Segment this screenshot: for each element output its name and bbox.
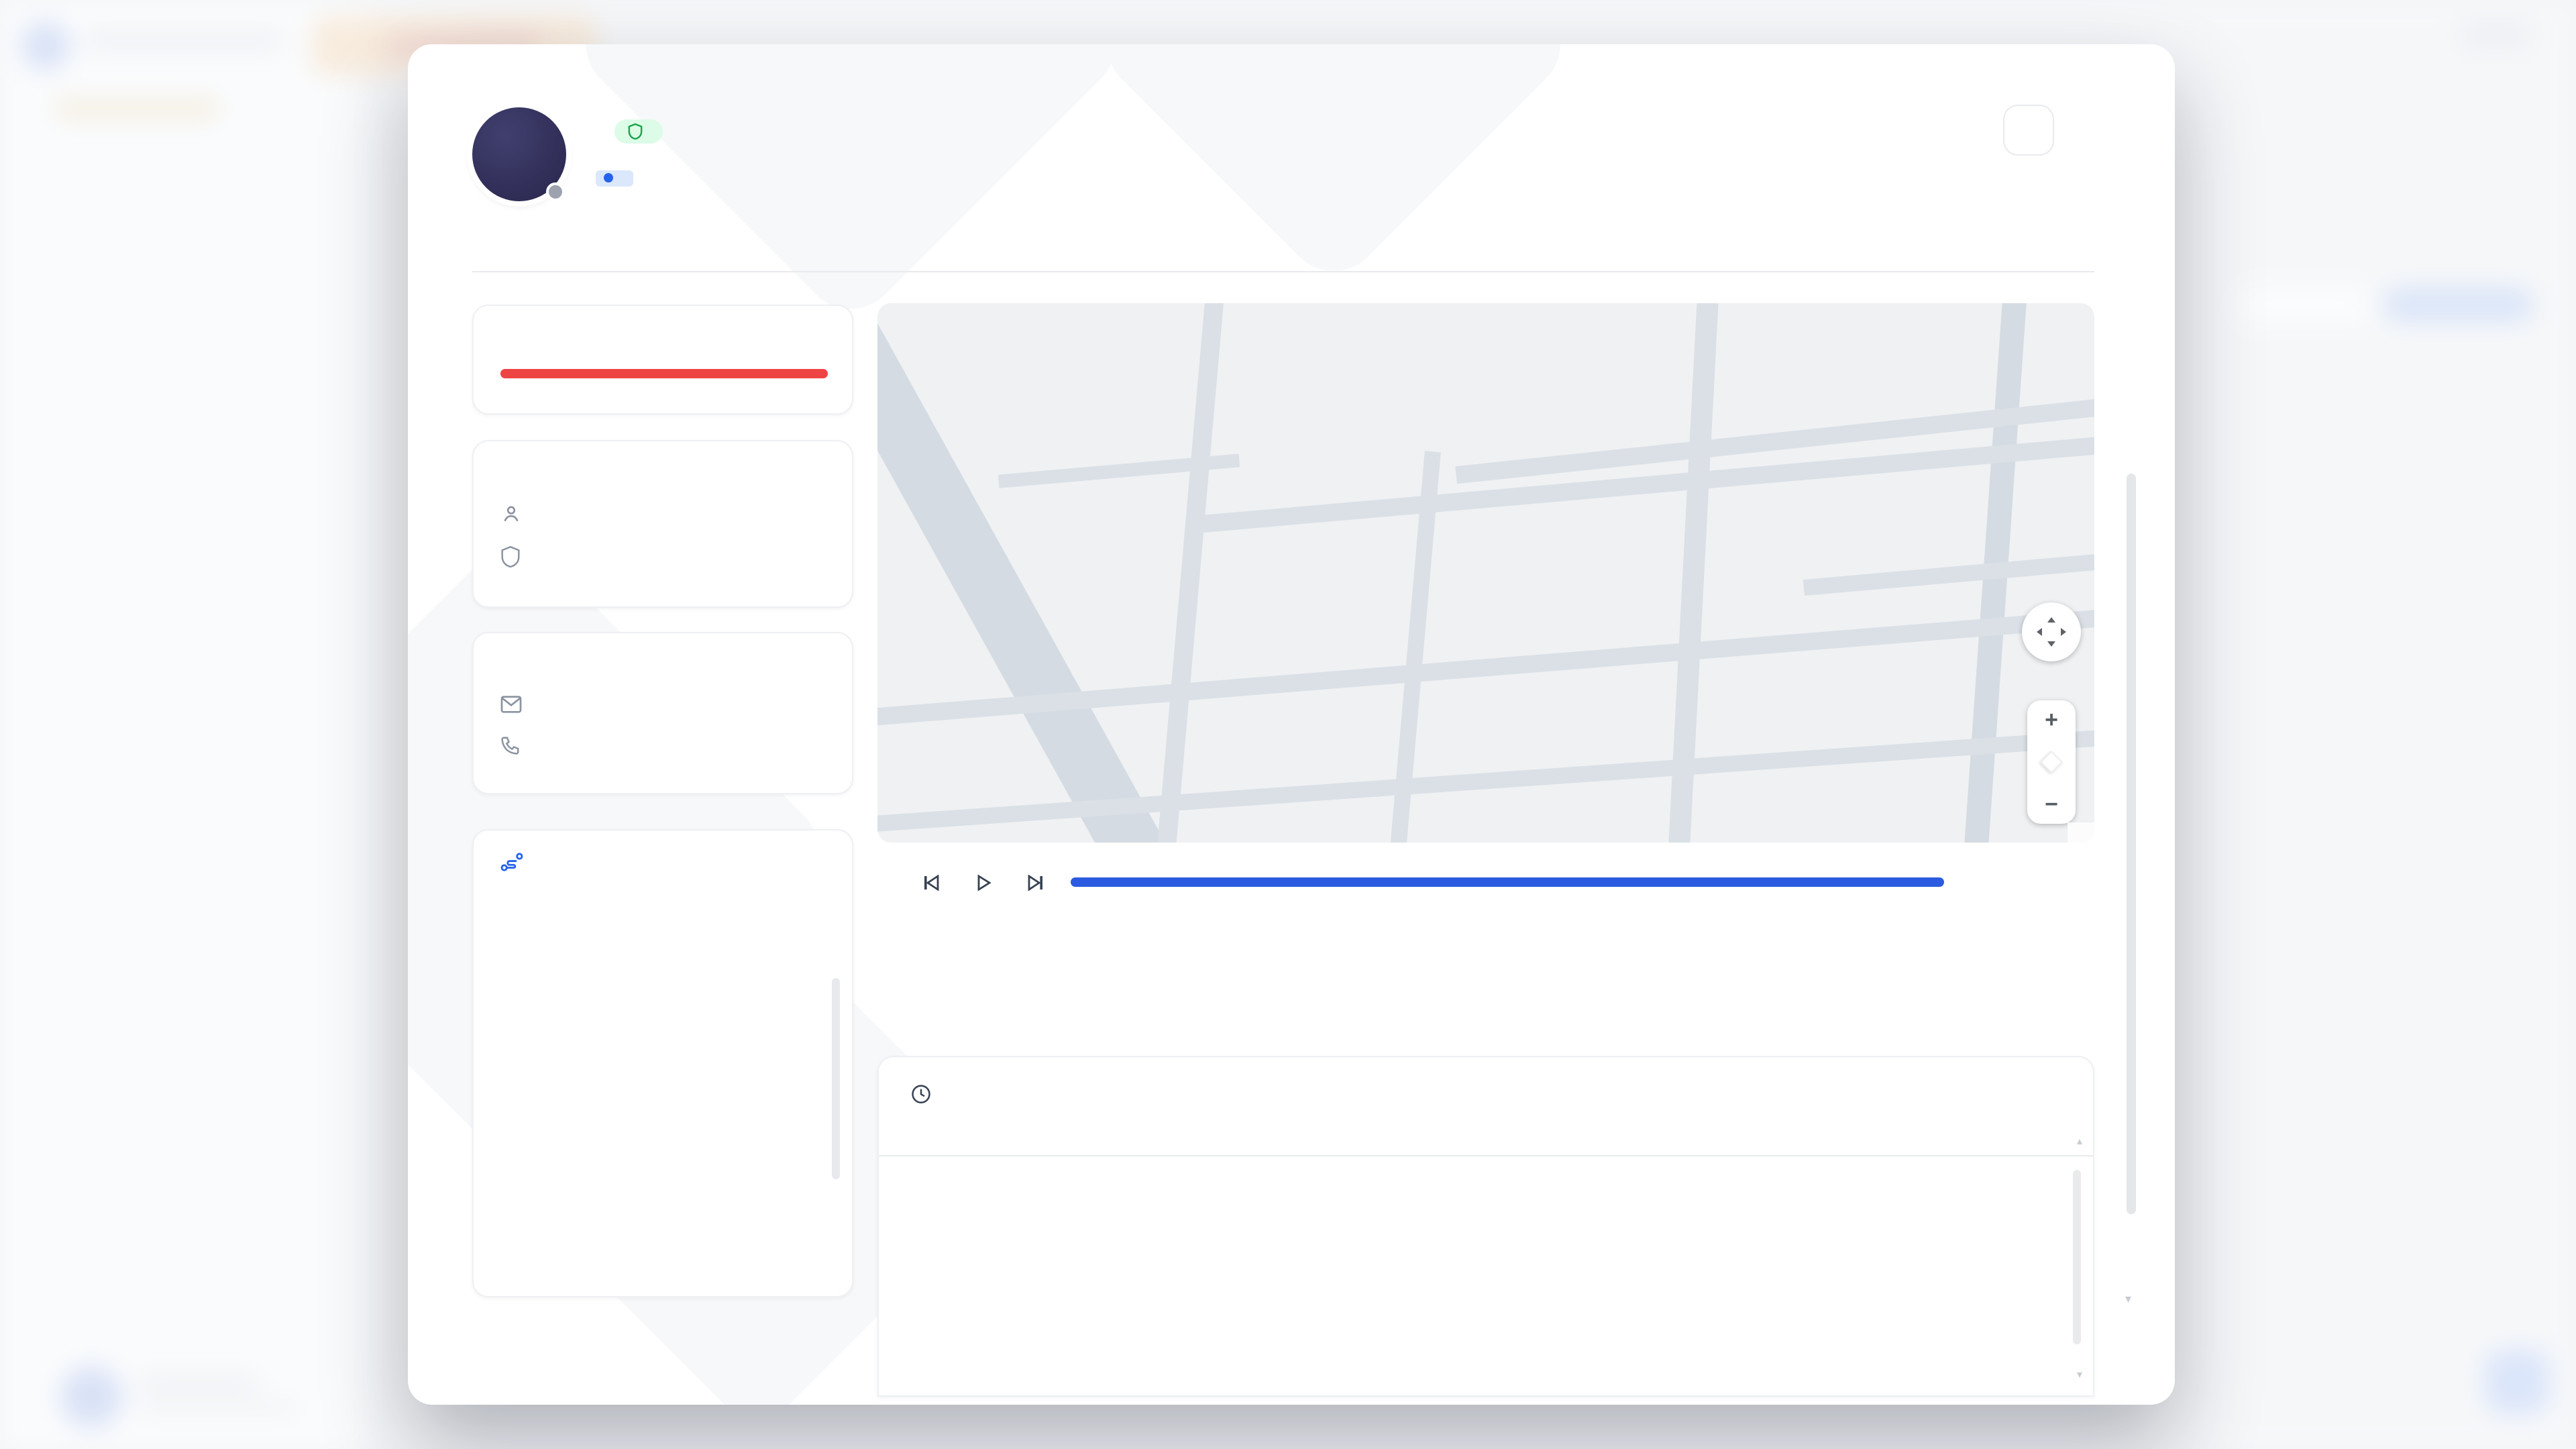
modal-scrollbar[interactable] <box>2127 474 2136 1214</box>
screen: + − <box>0 0 2576 1449</box>
calendar-prev-button[interactable] <box>492 894 522 923</box>
map-zoom-control: + − <box>2027 700 2076 824</box>
progress-bar-fill <box>500 369 828 378</box>
timeline-scrollbar[interactable] <box>2073 1170 2081 1344</box>
skip-to-start-button[interactable] <box>915 868 947 898</box>
status-badge <box>596 170 633 186</box>
movement-map[interactable]: + − <box>877 303 2094 843</box>
playback-bar <box>877 860 2094 906</box>
skip-end-icon <box>1028 875 1044 891</box>
phone-icon <box>500 735 521 755</box>
scroll-up-icon[interactable]: ▴ <box>2077 1135 2082 1147</box>
pan-arrows-icon <box>2034 614 2069 649</box>
map-pan-control[interactable] <box>2022 602 2081 661</box>
role-badge <box>614 119 663 144</box>
status-dot-icon <box>604 173 613 182</box>
mail-icon <box>500 695 522 714</box>
play-icon <box>976 875 991 891</box>
clock-icon <box>911 1084 931 1104</box>
about-card <box>472 440 853 608</box>
shield-icon <box>628 123 643 140</box>
shield-icon <box>500 546 521 568</box>
play-button[interactable] <box>967 868 1000 898</box>
more-options-button[interactable] <box>2003 105 2054 156</box>
person-icon <box>500 503 522 525</box>
zoom-in-button[interactable]: + <box>2045 708 2058 731</box>
timeline-header-row <box>879 1122 2093 1157</box>
profile-completeness-card <box>472 305 853 415</box>
shifts-card <box>472 829 853 1297</box>
map-attribution <box>2068 822 2094 843</box>
route-icon <box>500 852 523 872</box>
close-button[interactable] <box>2074 113 2109 148</box>
patrol-route <box>877 303 2094 843</box>
timeline-card: ▴ ▾ <box>877 1056 2094 1397</box>
scroll-down-icon[interactable]: ▾ <box>2077 1368 2082 1381</box>
zoom-out-button[interactable]: − <box>2045 793 2058 816</box>
skip-to-end-button[interactable] <box>1020 868 1052 898</box>
skip-start-icon <box>923 875 939 891</box>
avatar-status-dot <box>546 182 565 201</box>
zoom-slider-handle[interactable] <box>2040 751 2063 773</box>
shifts-list <box>474 957 839 1284</box>
contacts-card <box>472 632 853 794</box>
playback-slider[interactable] <box>1071 877 1944 887</box>
shifts-scrollbar[interactable] <box>832 978 840 1179</box>
watermark-shape <box>566 44 1136 329</box>
calendar-next-button[interactable] <box>804 894 833 923</box>
scroll-down-icon[interactable]: ▾ <box>2125 1292 2131 1307</box>
tab-bar <box>472 215 2094 272</box>
guard-profile-modal: + − <box>408 44 2175 1405</box>
progress-bar <box>500 369 828 378</box>
